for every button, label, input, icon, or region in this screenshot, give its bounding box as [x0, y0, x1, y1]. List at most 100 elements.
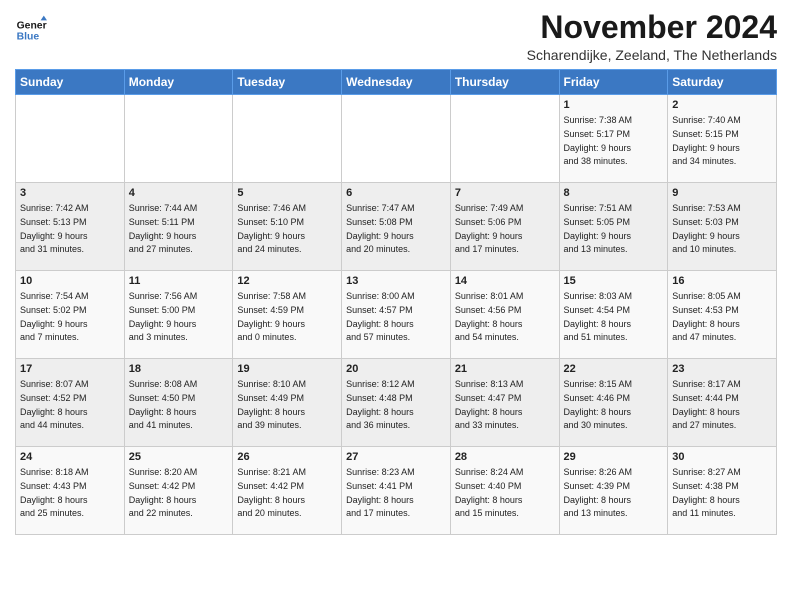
day-number: 9 — [672, 186, 772, 201]
day-number: 16 — [672, 274, 772, 289]
calendar-cell — [124, 95, 233, 183]
weekday-header: Wednesday — [342, 70, 451, 95]
day-number: 2 — [672, 98, 772, 113]
calendar-cell: 25Sunrise: 8:20 AM Sunset: 4:42 PM Dayli… — [124, 447, 233, 535]
day-number: 22 — [564, 362, 664, 377]
calendar-cell: 8 Sunrise: 7:51 AM Sunset: 5:05 PM Daylig… — [559, 183, 668, 271]
day-info: Sunrise: 7:46 AM Sunset: 5:10 PM Dayligh… — [237, 203, 306, 254]
svg-text:General: General — [17, 20, 47, 31]
day-number: 24 — [20, 450, 120, 465]
weekday-header: Thursday — [450, 70, 559, 95]
day-number: 18 — [129, 362, 229, 377]
day-number: 23 — [672, 362, 772, 377]
calendar-week-row: 24 Sunrise: 8:18 AM Sunset: 4:43 PM Dayli… — [16, 447, 777, 535]
logo: General Blue — [15, 14, 47, 46]
calendar-cell — [450, 95, 559, 183]
day-info: Sunrise: 8:00 AM Sunset: 4:57 PM Dayligh… — [346, 291, 415, 342]
day-number: 11 — [129, 274, 229, 289]
weekday-header: Tuesday — [233, 70, 342, 95]
day-info: Sunrise: 7:54 AM Sunset: 5:02 PM Dayligh… — [20, 291, 89, 342]
day-info: Sunrise: 7:58 AM Sunset: 4:59 PM Dayligh… — [237, 291, 306, 342]
header: General Blue November 2024 Scharendijke,… — [15, 10, 777, 63]
day-info: Sunrise: 8:08 AM Sunset: 4:50 PM Dayligh… — [129, 379, 198, 430]
calendar-cell: 4Sunrise: 7:44 AM Sunset: 5:11 PM Daylig… — [124, 183, 233, 271]
day-number: 29 — [564, 450, 664, 465]
day-number: 19 — [237, 362, 337, 377]
day-number: 7 — [455, 186, 555, 201]
calendar-cell: 29 Sunrise: 8:26 AM Sunset: 4:39 PM Dayli… — [559, 447, 668, 535]
day-number: 6 — [346, 186, 446, 201]
svg-text:Blue: Blue — [17, 32, 40, 43]
weekday-header: Monday — [124, 70, 233, 95]
day-number: 14 — [455, 274, 555, 289]
calendar-week-row: 10 Sunrise: 7:54 AM Sunset: 5:02 PM Dayli… — [16, 271, 777, 359]
day-number: 5 — [237, 186, 337, 201]
day-info: Sunrise: 7:42 AM Sunset: 5:13 PM Dayligh… — [20, 203, 89, 254]
day-number: 8 — [564, 186, 664, 201]
calendar-cell: 20Sunrise: 8:12 AM Sunset: 4:48 PM Dayli… — [342, 359, 451, 447]
day-info: Sunrise: 7:53 AM Sunset: 5:03 PM Dayligh… — [672, 203, 741, 254]
day-info: Sunrise: 7:40 AM Sunset: 5:15 PM Dayligh… — [672, 115, 741, 166]
day-info: Sunrise: 7:47 AM Sunset: 5:08 PM Dayligh… — [346, 203, 415, 254]
calendar-cell: 1 Sunrise: 7:38 AM Sunset: 5:17 PM Daylig… — [559, 95, 668, 183]
day-info: Sunrise: 7:51 AM Sunset: 5:05 PM Dayligh… — [564, 203, 633, 254]
calendar-week-row: 3 Sunrise: 7:42 AM Sunset: 5:13 PM Daylig… — [16, 183, 777, 271]
calendar-cell: 27 Sunrise: 8:23 AM Sunset: 4:41 PM Dayli… — [342, 447, 451, 535]
day-info: Sunrise: 8:15 AM Sunset: 4:46 PM Dayligh… — [564, 379, 633, 430]
calendar-cell: 22 Sunrise: 8:15 AM Sunset: 4:46 PM Dayli… — [559, 359, 668, 447]
day-info: Sunrise: 7:56 AM Sunset: 5:00 PM Dayligh… — [129, 291, 198, 342]
calendar-cell: 18 Sunrise: 8:08 AM Sunset: 4:50 PM Dayli… — [124, 359, 233, 447]
location-title: Scharendijke, Zeeland, The Netherlands — [527, 47, 777, 63]
day-info: Sunrise: 7:49 AM Sunset: 5:06 PM Dayligh… — [455, 203, 524, 254]
day-info: Sunrise: 8:21 AM Sunset: 4:42 PM Dayligh… — [237, 467, 306, 518]
calendar-cell: 6 Sunrise: 7:47 AM Sunset: 5:08 PM Daylig… — [342, 183, 451, 271]
day-info: Sunrise: 8:23 AM Sunset: 4:41 PM Dayligh… — [346, 467, 415, 518]
day-number: 30 — [672, 450, 772, 465]
calendar-table: SundayMondayTuesdayWednesdayThursdayFrid… — [15, 69, 777, 535]
day-info: Sunrise: 8:18 AM Sunset: 4:43 PM Dayligh… — [20, 467, 89, 518]
calendar-cell: 21Sunrise: 8:13 AM Sunset: 4:47 PM Dayli… — [450, 359, 559, 447]
calendar-cell: 5 Sunrise: 7:46 AM Sunset: 5:10 PM Daylig… — [233, 183, 342, 271]
day-number: 20 — [346, 362, 446, 377]
weekday-header: Friday — [559, 70, 668, 95]
calendar-cell: 19 Sunrise: 8:10 AM Sunset: 4:49 PM Dayli… — [233, 359, 342, 447]
title-area: November 2024 Scharendijke, Zeeland, The… — [527, 10, 777, 63]
calendar-cell: 15Sunrise: 8:03 AM Sunset: 4:54 PM Dayli… — [559, 271, 668, 359]
calendar-cell: 2 Sunrise: 7:40 AM Sunset: 5:15 PM Daylig… — [668, 95, 777, 183]
calendar-cell — [233, 95, 342, 183]
calendar-cell: 23 Sunrise: 8:17 AM Sunset: 4:44 PM Dayli… — [668, 359, 777, 447]
day-info: Sunrise: 8:24 AM Sunset: 4:40 PM Dayligh… — [455, 467, 524, 518]
month-title: November 2024 — [527, 10, 777, 45]
weekday-header-row: SundayMondayTuesdayWednesdayThursdayFrid… — [16, 70, 777, 95]
calendar-cell: 11 Sunrise: 7:56 AM Sunset: 5:00 PM Dayli… — [124, 271, 233, 359]
day-number: 13 — [346, 274, 446, 289]
day-info: Sunrise: 8:05 AM Sunset: 4:53 PM Dayligh… — [672, 291, 741, 342]
day-number: 25 — [129, 450, 229, 465]
calendar-cell: 28 Sunrise: 8:24 AM Sunset: 4:40 PM Dayli… — [450, 447, 559, 535]
calendar-cell: 7 Sunrise: 7:49 AM Sunset: 5:06 PM Daylig… — [450, 183, 559, 271]
day-info: Sunrise: 8:17 AM Sunset: 4:44 PM Dayligh… — [672, 379, 741, 430]
calendar-week-row: 17Sunrise: 8:07 AM Sunset: 4:52 PM Dayli… — [16, 359, 777, 447]
day-number: 3 — [20, 186, 120, 201]
day-number: 10 — [20, 274, 120, 289]
calendar-cell: 10 Sunrise: 7:54 AM Sunset: 5:02 PM Dayli… — [16, 271, 125, 359]
day-number: 28 — [455, 450, 555, 465]
calendar-cell: 13 Sunrise: 8:00 AM Sunset: 4:57 PM Dayli… — [342, 271, 451, 359]
calendar-cell: 16 Sunrise: 8:05 AM Sunset: 4:53 PM Dayli… — [668, 271, 777, 359]
day-info: Sunrise: 8:10 AM Sunset: 4:49 PM Dayligh… — [237, 379, 306, 430]
day-info: Sunrise: 7:38 AM Sunset: 5:17 PM Dayligh… — [564, 115, 633, 166]
calendar-cell — [342, 95, 451, 183]
calendar-cell: 3 Sunrise: 7:42 AM Sunset: 5:13 PM Daylig… — [16, 183, 125, 271]
calendar-week-row: 1 Sunrise: 7:38 AM Sunset: 5:17 PM Daylig… — [16, 95, 777, 183]
day-number: 26 — [237, 450, 337, 465]
day-info: Sunrise: 7:44 AM Sunset: 5:11 PM Dayligh… — [129, 203, 198, 254]
day-number: 1 — [564, 98, 664, 113]
day-info: Sunrise: 8:27 AM Sunset: 4:38 PM Dayligh… — [672, 467, 741, 518]
day-number: 27 — [346, 450, 446, 465]
day-number: 21 — [455, 362, 555, 377]
calendar-cell: 30 Sunrise: 8:27 AM Sunset: 4:38 PM Dayli… — [668, 447, 777, 535]
day-number: 17 — [20, 362, 120, 377]
weekday-header: Sunday — [16, 70, 125, 95]
day-info: Sunrise: 8:26 AM Sunset: 4:39 PM Dayligh… — [564, 467, 633, 518]
calendar-cell: 14Sunrise: 8:01 AM Sunset: 4:56 PM Dayli… — [450, 271, 559, 359]
